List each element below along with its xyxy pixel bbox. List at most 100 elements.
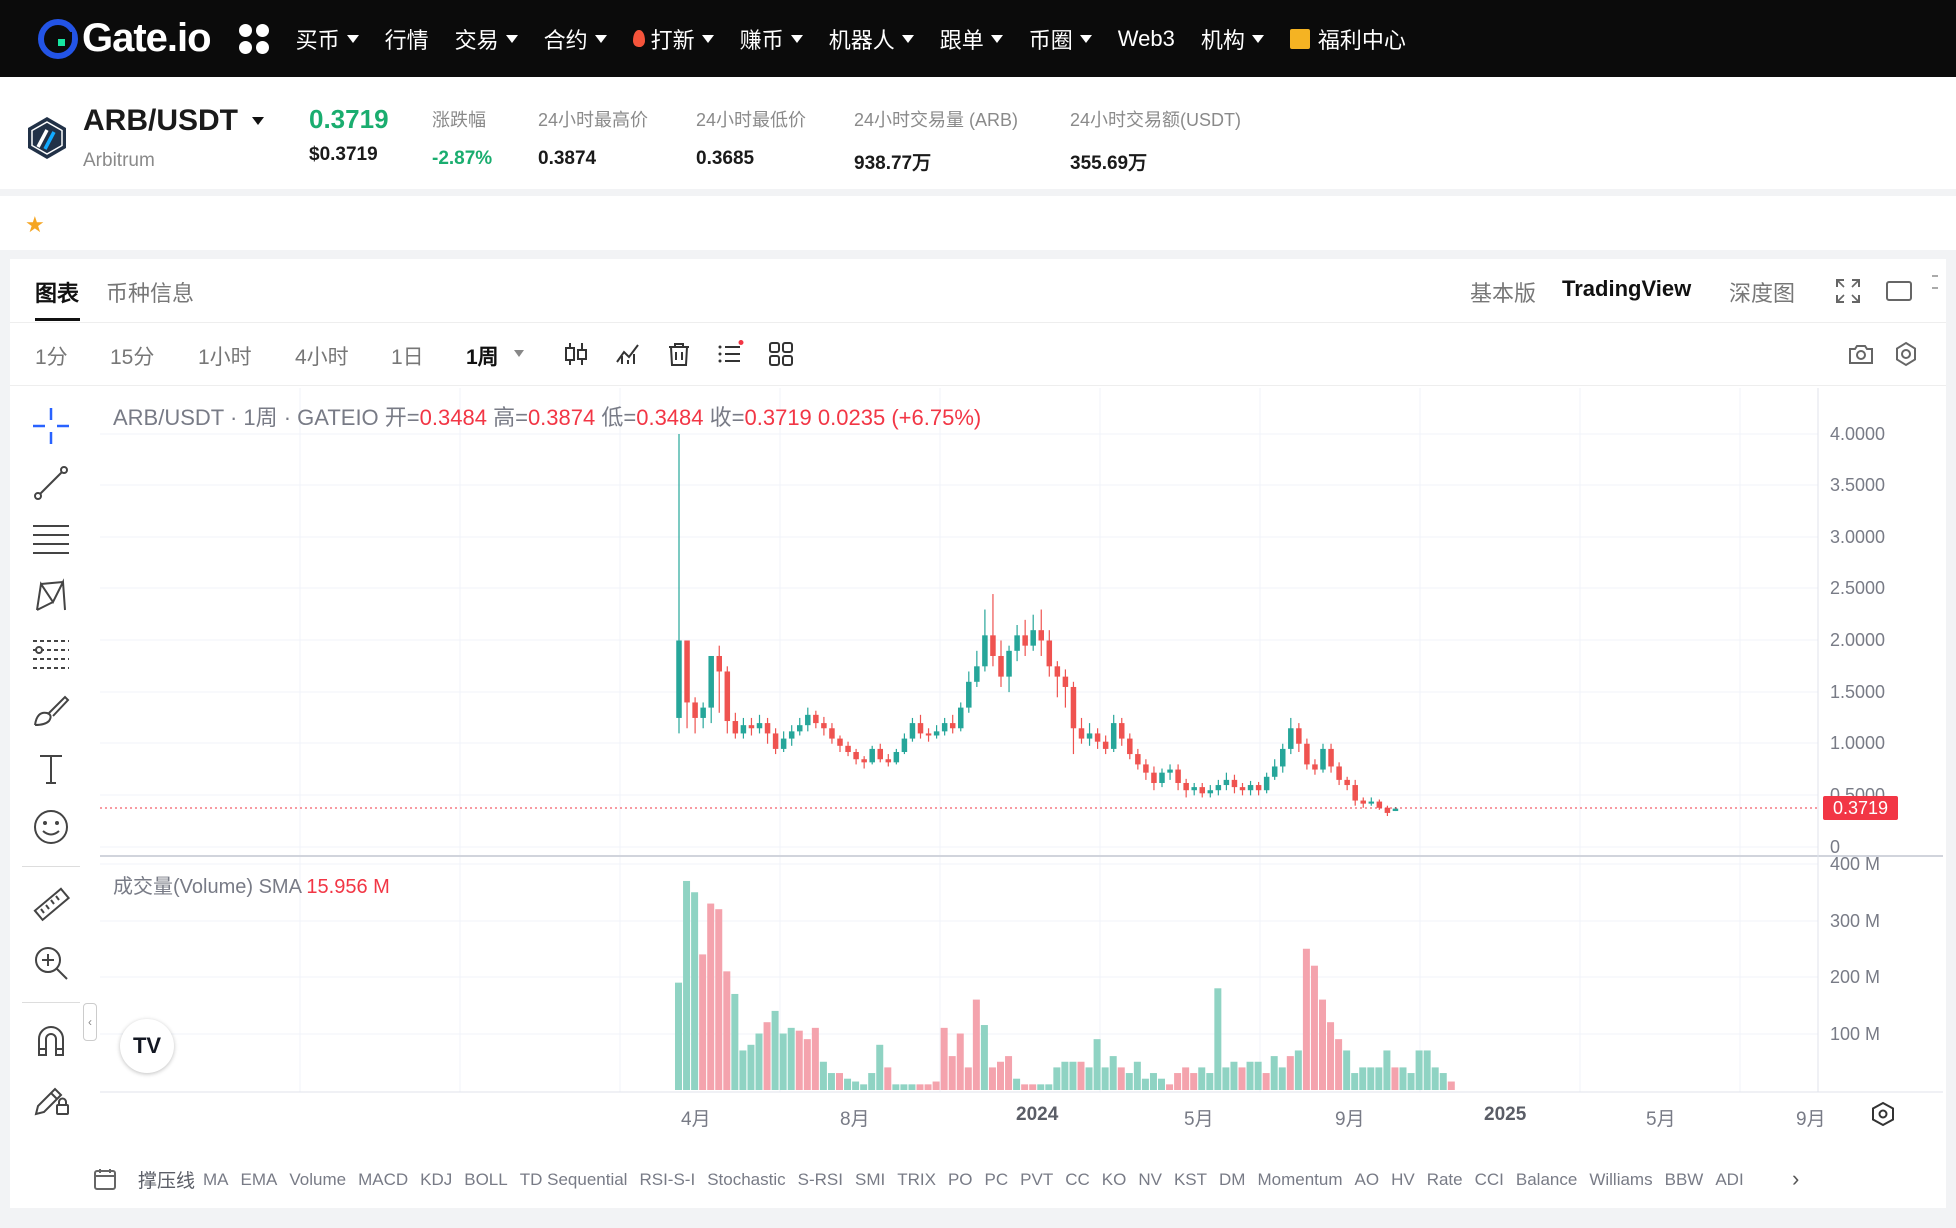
indicator-9[interactable]: S-RSI: [798, 1170, 843, 1190]
candle-body: [1360, 800, 1366, 804]
candle-body: [853, 752, 859, 760]
tradingview-logo[interactable]: TV: [120, 1019, 174, 1073]
indicator-2[interactable]: Volume: [289, 1170, 346, 1190]
candle-body: [1384, 807, 1391, 813]
indicator-21[interactable]: AO: [1355, 1170, 1380, 1190]
indicator-15[interactable]: CC: [1065, 1170, 1090, 1190]
indicator-5[interactable]: BOLL: [464, 1170, 507, 1190]
volume-bar: [1399, 1067, 1407, 1090]
legend-close-label: 收=: [709, 405, 745, 430]
indicator-0[interactable]: MA: [203, 1170, 229, 1190]
indicator-22[interactable]: HV: [1391, 1170, 1415, 1190]
volume-bar: [1262, 1073, 1270, 1090]
volume-bar: [731, 993, 739, 1090]
candle-body: [1110, 723, 1117, 749]
indicator-26[interactable]: Williams: [1589, 1170, 1652, 1190]
candle-body: [805, 714, 811, 726]
candle-body: [692, 702, 698, 718]
candle-body: [901, 738, 908, 753]
legend-low: 0.3484: [636, 405, 704, 430]
indicator-23[interactable]: Rate: [1427, 1170, 1463, 1190]
indicator-1[interactable]: EMA: [241, 1170, 278, 1190]
volume-bar: [1158, 1078, 1165, 1090]
price-chart[interactable]: [0, 0, 1956, 1228]
indicator-support-resistance[interactable]: 撑压线: [138, 1166, 195, 1193]
candle-body: [909, 723, 916, 739]
candle-body: [885, 759, 892, 763]
indicator-17[interactable]: NV: [1138, 1170, 1162, 1190]
time-axis-settings-icon[interactable]: [1870, 1101, 1896, 1127]
indicator-7[interactable]: RSI-S-I: [639, 1170, 695, 1190]
volume-bar: [723, 971, 731, 1090]
time-axis-label: 9月: [1335, 1109, 1365, 1130]
time-axis-label: 8月: [840, 1109, 870, 1130]
price-axis-label: 1.0000: [1830, 733, 1886, 753]
indicator-24[interactable]: CCI: [1475, 1170, 1504, 1190]
indicator-10[interactable]: SMI: [855, 1170, 885, 1190]
volume-bar: [827, 1073, 835, 1090]
candle-body: [797, 725, 803, 732]
indicator-3[interactable]: MACD: [358, 1170, 408, 1190]
indicator-13[interactable]: PC: [985, 1170, 1009, 1190]
indicator-14[interactable]: PVT: [1020, 1170, 1053, 1190]
chart-legend: ARB/USDT · 1周 · GATEIO 开=0.3484 高=0.3874…: [113, 400, 981, 432]
indicator-12[interactable]: PO: [948, 1170, 973, 1190]
scroll-right-icon[interactable]: ›: [1792, 1166, 1799, 1192]
candle-body: [925, 733, 932, 736]
volume-bar: [1109, 1056, 1117, 1090]
volume-bar: [795, 1030, 803, 1090]
volume-bar: [1149, 1073, 1157, 1090]
candle-body: [998, 655, 1004, 677]
volume-bar: [988, 1067, 996, 1090]
volume-bar: [876, 1044, 884, 1090]
volume-bar: [1270, 1056, 1278, 1090]
candle-body: [813, 714, 819, 724]
indicator-4[interactable]: KDJ: [420, 1170, 452, 1190]
time-axis-label: 2025: [1484, 1104, 1527, 1125]
volume-bar: [836, 1073, 843, 1090]
candle-body: [1030, 630, 1036, 646]
indicator-6[interactable]: TD Sequential: [520, 1170, 628, 1190]
volume-bar: [1013, 1078, 1021, 1090]
volume-bar: [1029, 1084, 1037, 1090]
volume-bar: [964, 1067, 972, 1090]
indicator-27[interactable]: BBW: [1665, 1170, 1704, 1190]
legend-high: 0.3874: [527, 405, 596, 430]
volume-bar: [900, 1084, 908, 1090]
volume-bar: [755, 1033, 763, 1090]
candle-body: [1054, 666, 1061, 677]
candle-body: [1231, 779, 1238, 788]
volume-bar: [699, 954, 707, 1090]
volume-axis-label: 100 M: [1830, 1024, 1881, 1044]
candle-body: [1199, 787, 1205, 794]
volume-bar: [1351, 1073, 1359, 1090]
volume-bar: [691, 892, 699, 1090]
time-axis-label: 9月: [1796, 1109, 1826, 1130]
calendar-icon[interactable]: [93, 1167, 117, 1191]
indicator-18[interactable]: KST: [1174, 1170, 1207, 1190]
indicator-19[interactable]: DM: [1219, 1170, 1245, 1190]
volume-bar: [884, 1067, 892, 1090]
volume-bar: [1190, 1073, 1198, 1090]
volume-bar: [1222, 1067, 1230, 1090]
indicator-11[interactable]: TRIX: [897, 1170, 936, 1190]
indicator-20[interactable]: Momentum: [1257, 1170, 1342, 1190]
price-axis-label: 3.5000: [1830, 475, 1886, 495]
candle-body: [1159, 772, 1165, 783]
volume-bar: [844, 1078, 852, 1090]
price-axis-label: 1.5000: [1830, 682, 1886, 702]
indicator-28[interactable]: ADI: [1715, 1170, 1743, 1190]
candle-body: [1175, 769, 1181, 783]
volume-bar: [1021, 1084, 1029, 1090]
candle-body: [893, 752, 900, 763]
volume-bar: [1230, 1061, 1238, 1090]
price-axis-label: 3.0000: [1830, 527, 1886, 547]
indicator-25[interactable]: Balance: [1516, 1170, 1577, 1190]
volume-bar: [1238, 1067, 1246, 1090]
volume-bar: [1278, 1067, 1286, 1090]
indicator-16[interactable]: KO: [1102, 1170, 1127, 1190]
indicator-8[interactable]: Stochastic: [707, 1170, 785, 1190]
volume-bar: [803, 1039, 811, 1090]
candle-body: [1135, 754, 1141, 765]
candle-body: [949, 723, 956, 729]
